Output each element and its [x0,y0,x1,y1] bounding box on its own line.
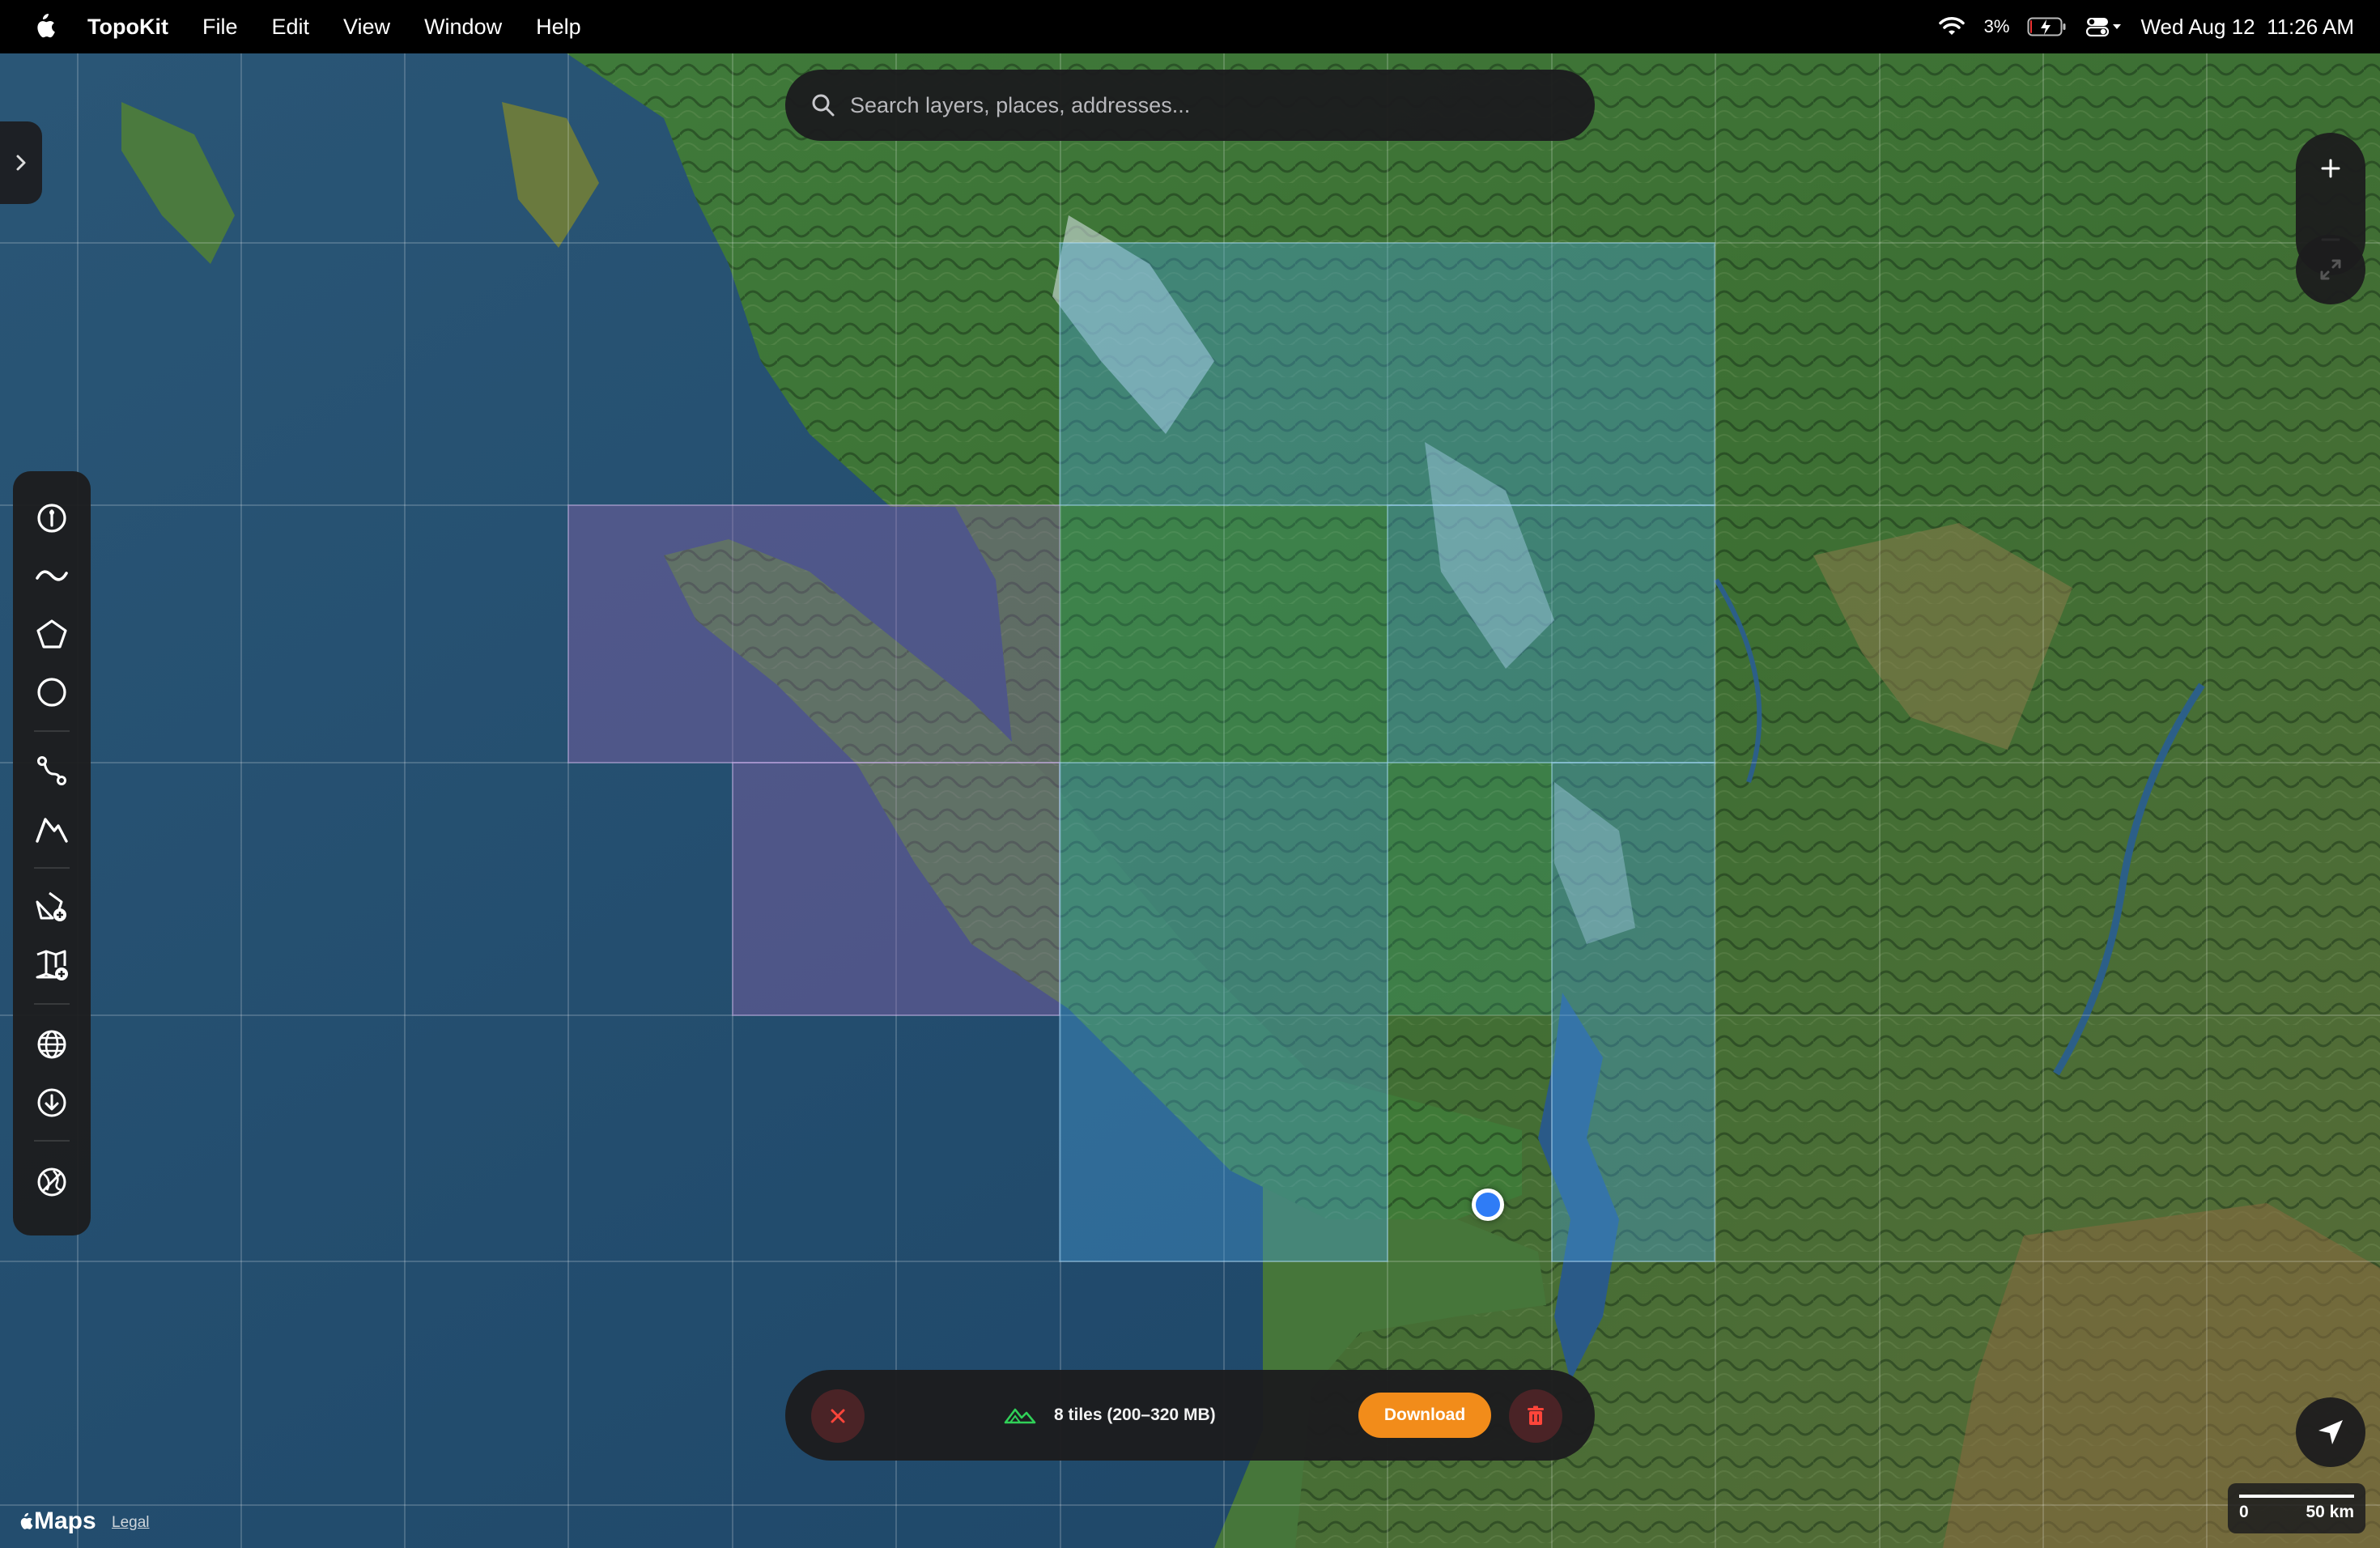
pin-tool-button[interactable] [29,495,74,541]
location-arrow-icon [2318,1420,2343,1444]
view-menu[interactable]: View [343,15,390,40]
control-center-icon[interactable] [2085,15,2123,38]
offline-globe-tool-button[interactable] [29,1159,74,1205]
circle-tool-button[interactable] [29,670,74,715]
battery-charging-icon[interactable] [2027,16,2068,37]
route-icon [37,756,66,785]
tile-summary: 8 tiles (200–320 MB) [1004,1370,1216,1461]
cancel-selection-button[interactable] [811,1389,865,1443]
zoom-in-button[interactable] [2296,133,2365,204]
satellite-map[interactable] [0,53,2380,1548]
plus-icon [2321,159,2340,178]
tile-count-label: 8 tiles (200–320 MB) [1054,1406,1216,1424]
apple-logo-icon[interactable] [31,11,57,40]
search-bar[interactable] [785,70,1595,141]
wave-line-icon [36,570,68,581]
scale-line [2239,1495,2354,1498]
trash-icon [1528,1406,1544,1425]
map-view[interactable]: Maps Legal 0 50 km [0,53,2380,1548]
status-area: 3% Wed Aug 12 11:26 AM [1937,0,2354,53]
sidebar-toggle-button[interactable] [0,121,42,204]
edit-menu[interactable]: Edit [271,15,309,40]
current-location-marker[interactable] [1472,1189,1504,1221]
route-tool-button[interactable] [29,748,74,793]
mountain-icon [1004,1408,1036,1424]
locate-me-button[interactable] [2296,1397,2365,1467]
scale-start-label: 0 [2239,1503,2249,1521]
tool-divider [34,1003,70,1005]
window-menu[interactable]: Window [424,15,502,40]
search-icon [812,94,835,117]
polygon-tool-button[interactable] [29,611,74,657]
download-icon [37,1088,66,1117]
freehand-line-tool-button[interactable] [29,553,74,598]
elevation-tool-button[interactable] [29,806,74,852]
add-map-icon [36,950,68,980]
battery-percent: 3% [1983,16,2010,36]
maps-label: Maps [34,1508,96,1534]
add-map-tool-button[interactable] [29,942,74,988]
chevron-right-icon [16,155,26,171]
file-menu[interactable]: File [202,15,238,40]
fullscreen-button[interactable] [2296,235,2365,304]
app-menu[interactable]: TopoKit [87,15,168,40]
expand-icon [2320,259,2341,280]
close-icon [831,1409,845,1423]
help-menu[interactable]: Help [536,15,581,40]
polygon-icon [36,619,67,649]
wifi-icon[interactable] [1937,15,1966,38]
circle-icon [37,678,66,707]
apple-logo-icon [20,1512,33,1529]
tool-divider [34,867,70,869]
legal-link[interactable]: Legal [112,1514,150,1532]
download-bar: 8 tiles (200–320 MB) Download [785,1370,1595,1461]
add-shape-icon [36,891,66,921]
scale-bar: 0 50 km [2228,1483,2365,1533]
menu-bar: TopoKit File Edit View Window Help 3% We… [0,0,2380,53]
no-globe-icon [37,1167,66,1197]
maps-attribution: Maps [16,1508,96,1535]
download-button[interactable]: Download [1358,1393,1491,1438]
clock[interactable]: Wed Aug 12 11:26 AM [2140,15,2354,40]
delete-button[interactable] [1509,1389,1562,1443]
tool-divider [34,730,70,732]
globe-icon [37,1030,66,1059]
download-tool-button[interactable] [29,1080,74,1125]
elevation-profile-icon [36,818,68,843]
add-shape-tool-button[interactable] [29,884,74,929]
search-input[interactable] [848,91,1564,119]
globe-tool-button[interactable] [29,1022,74,1067]
scale-end-label: 50 km [2306,1503,2354,1521]
pin-icon [37,504,66,533]
tool-divider [34,1140,70,1142]
tool-palette [13,471,91,1235]
